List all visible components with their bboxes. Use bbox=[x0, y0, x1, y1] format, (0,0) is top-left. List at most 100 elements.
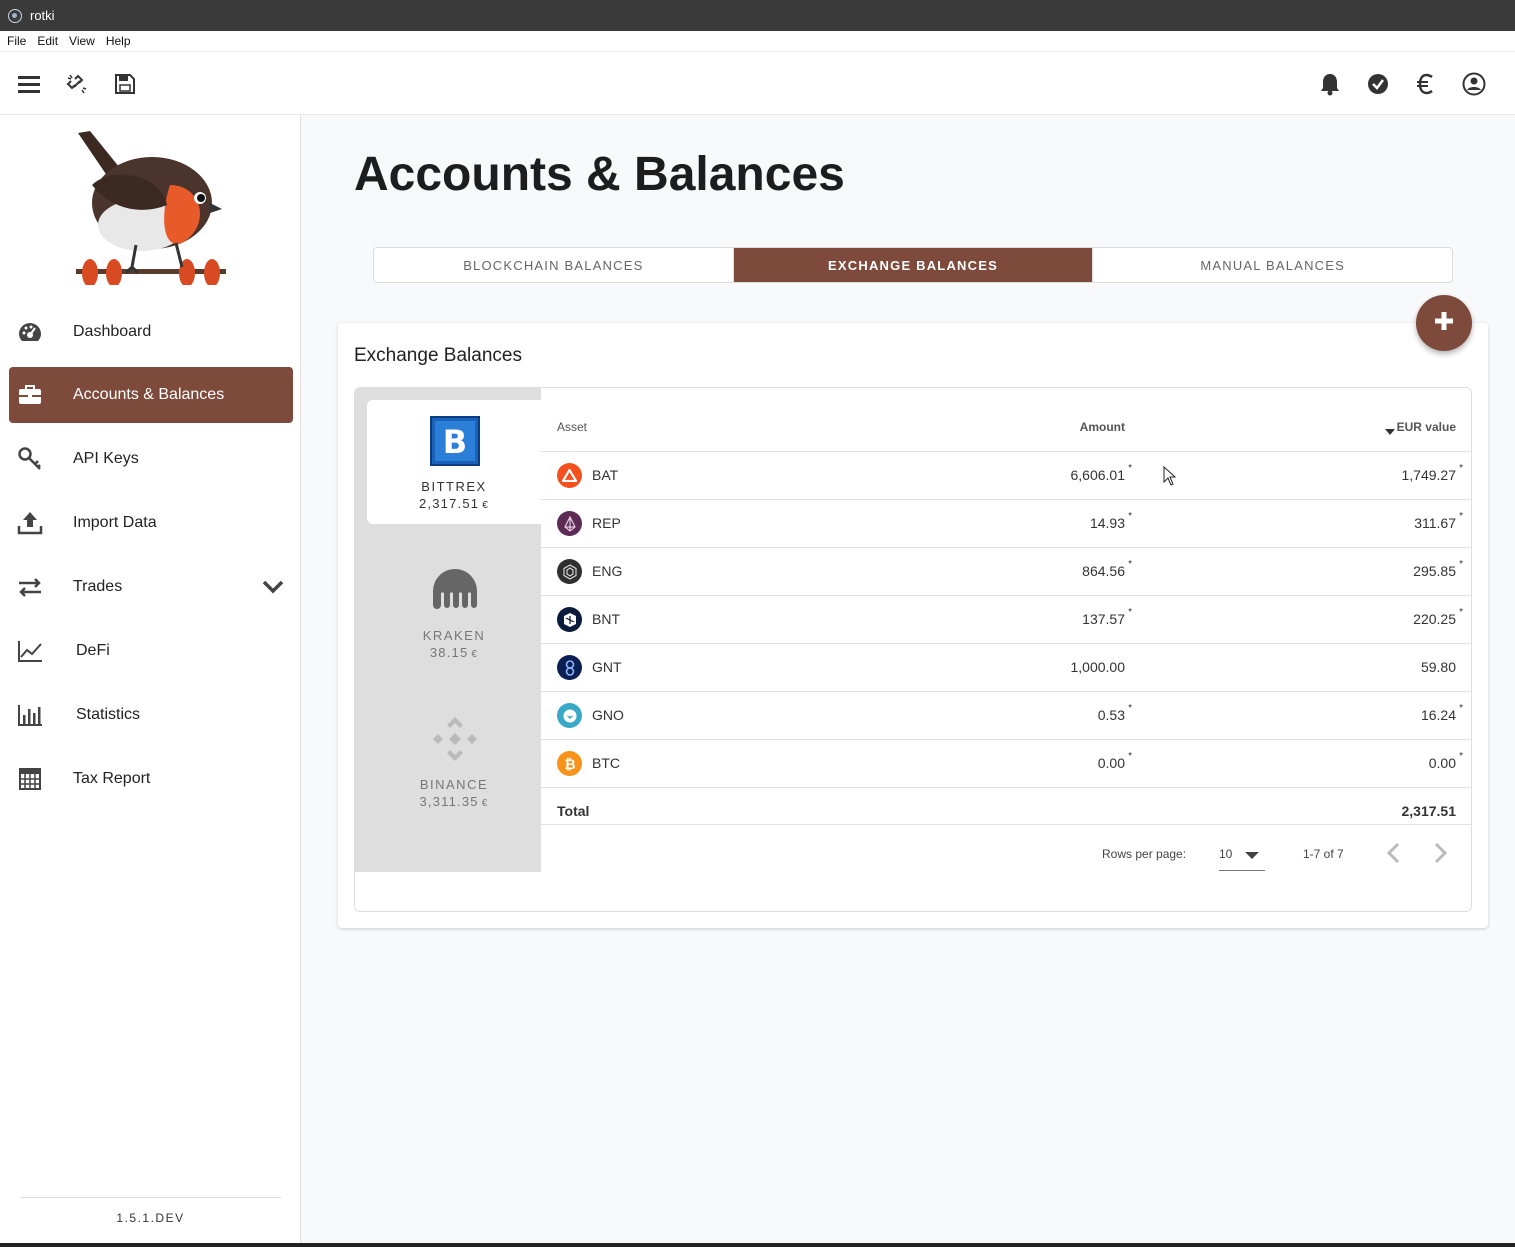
asset-amount: 14.93 * bbox=[1089, 511, 1132, 531]
save-icon[interactable] bbox=[112, 71, 138, 97]
asset-symbol: REP bbox=[592, 515, 621, 531]
rotki-robin-logo bbox=[72, 125, 232, 287]
svg-text:B: B bbox=[443, 423, 467, 461]
asset-symbol: GNT bbox=[592, 659, 622, 675]
exchange-name: KRAKEN bbox=[422, 628, 486, 643]
menu-help[interactable]: Help bbox=[106, 34, 131, 48]
rep-token-icon bbox=[557, 511, 582, 536]
asset-eur-value: 1,749.27 * bbox=[1401, 463, 1464, 483]
eng-token-icon bbox=[557, 559, 582, 584]
app-bar bbox=[0, 52, 1515, 115]
asset-amount: 0.53 * bbox=[1097, 703, 1132, 723]
asset-symbol: BTC bbox=[592, 755, 620, 771]
table-row[interactable]: GNO 0.53 * 16.24 * bbox=[541, 691, 1471, 739]
window-title: rotki bbox=[30, 8, 55, 23]
link-off-icon[interactable] bbox=[64, 71, 90, 97]
asset-eur-value: 59.80 bbox=[1420, 659, 1456, 675]
sidebar-item-api-keys[interactable]: API Keys bbox=[9, 431, 293, 487]
plus-icon bbox=[1434, 311, 1454, 336]
total-value: 2,317.51 bbox=[1401, 803, 1457, 819]
sidebar-item-tax-report[interactable]: Tax Report bbox=[9, 751, 293, 807]
sort-arrow-down-icon bbox=[1384, 429, 1395, 435]
sidebar-item-trades[interactable]: Trades bbox=[9, 559, 293, 615]
sidebar-item-statistics[interactable]: Statistics bbox=[9, 687, 293, 743]
euro-currency-icon[interactable] bbox=[1413, 71, 1439, 97]
window-bottom-border bbox=[0, 1243, 1515, 1247]
balance-tabs: BLOCKCHAIN BALANCES EXCHANGE BALANCES MA… bbox=[373, 247, 1453, 283]
menu-file[interactable]: File bbox=[7, 34, 26, 48]
table-row[interactable]: GNT 1,000.00 59.80 bbox=[541, 643, 1471, 691]
asset-eur-value: 295.85 * bbox=[1413, 559, 1463, 579]
exchange-name: BITTREX bbox=[421, 479, 487, 494]
asset-symbol: GNO bbox=[592, 707, 624, 723]
notifications-bell-icon[interactable] bbox=[1317, 71, 1343, 97]
exchange-value: 3,311.35 € bbox=[419, 794, 489, 809]
page-title: Accounts & Balances bbox=[354, 148, 845, 201]
tab-manual-balances[interactable]: MANUAL BALANCES bbox=[1092, 248, 1452, 282]
check-circle-icon[interactable] bbox=[1365, 71, 1391, 97]
binance-logo-icon bbox=[430, 714, 480, 764]
column-header-amount[interactable]: Amount bbox=[1080, 420, 1125, 434]
swap-icon bbox=[17, 574, 43, 600]
asset-eur-value: 311.67 * bbox=[1414, 511, 1463, 531]
previous-page-icon[interactable] bbox=[1383, 841, 1403, 868]
tab-exchange-balances[interactable]: EXCHANGE BALANCES bbox=[732, 248, 1093, 282]
sidebar-item-defi[interactable]: DeFi bbox=[9, 623, 293, 679]
add-exchange-button[interactable] bbox=[1416, 295, 1472, 351]
menu-hamburger-icon[interactable] bbox=[16, 71, 42, 97]
exchange-tab-kraken[interactable]: KRAKEN 38.15 € bbox=[367, 549, 541, 673]
bnt-token-icon bbox=[557, 607, 582, 632]
table-row[interactable]: ₿ BTC 0.00 * 0.00 * bbox=[541, 739, 1471, 787]
sidebar-item-dashboard[interactable]: Dashboard bbox=[9, 304, 293, 360]
sidebar: Dashboard Accounts & Balances API Keys I… bbox=[0, 115, 301, 1243]
sidebar-item-label: Import Data bbox=[73, 514, 157, 531]
exchange-value: 2,317.51 € bbox=[419, 496, 489, 511]
next-page-icon[interactable] bbox=[1431, 841, 1451, 868]
asset-symbol: BAT bbox=[592, 467, 619, 483]
asset-amount: 864.56 * bbox=[1082, 559, 1132, 579]
asset-eur-value: 16.24 * bbox=[1420, 703, 1463, 723]
rows-per-page-value: 10 bbox=[1219, 847, 1233, 861]
sidebar-item-label: DeFi bbox=[76, 642, 110, 659]
sidebar-item-label: Accounts & Balances bbox=[73, 386, 225, 403]
menu-edit[interactable]: Edit bbox=[37, 34, 58, 48]
svg-text:₿: ₿ bbox=[564, 757, 575, 772]
gnt-token-icon bbox=[557, 655, 582, 680]
asset-symbol: ENG bbox=[592, 563, 623, 579]
btc-token-icon: ₿ bbox=[557, 751, 582, 776]
column-header-eur-value[interactable]: EUR value bbox=[1384, 420, 1456, 435]
kraken-logo-icon bbox=[430, 565, 480, 615]
asset-symbol: BNT bbox=[592, 611, 620, 627]
sidebar-item-label: Tax Report bbox=[73, 770, 151, 787]
window-titlebar: rotki bbox=[0, 0, 1515, 31]
table-row[interactable]: ENG 864.56 * 295.85 * bbox=[541, 547, 1471, 595]
exchange-balances-panel: B BITTREX 2,317.51 € KRAKEN 38.15 € BINA… bbox=[354, 387, 1472, 912]
table-row[interactable]: REP 14.93 * 311.67 * bbox=[541, 499, 1471, 547]
table-footer: Rows per page: 10 1-7 of 7 bbox=[541, 824, 1471, 911]
menu-view[interactable]: View bbox=[69, 34, 95, 48]
account-circle-icon[interactable] bbox=[1461, 71, 1487, 97]
card-title: Exchange Balances bbox=[354, 345, 522, 366]
rotki-app-icon bbox=[8, 8, 22, 23]
exchange-tab-bittrex[interactable]: B BITTREX 2,317.51 € bbox=[367, 400, 541, 524]
rows-per-page-label: Rows per page: bbox=[1102, 847, 1187, 861]
tab-blockchain-balances[interactable]: BLOCKCHAIN BALANCES bbox=[374, 248, 733, 282]
table-row[interactable]: BNT 137.57 * 220.25 * bbox=[541, 595, 1471, 643]
sidebar-item-accounts-balances[interactable]: Accounts & Balances bbox=[9, 367, 293, 423]
sidebar-item-label: Statistics bbox=[76, 706, 141, 723]
table-row[interactable]: BAT 6,606.01 * 1,749.27 * bbox=[541, 451, 1471, 499]
bat-token-icon bbox=[557, 463, 582, 488]
bar-chart-icon bbox=[17, 702, 43, 728]
dropdown-arrow-icon bbox=[1245, 852, 1259, 859]
key-icon bbox=[17, 446, 43, 472]
main-content: Accounts & Balances BLOCKCHAIN BALANCES … bbox=[301, 115, 1515, 1243]
column-header-asset[interactable]: Asset bbox=[557, 420, 587, 434]
chevron-down-icon[interactable] bbox=[261, 575, 285, 604]
exchange-tab-binance[interactable]: BINANCE 3,311.35 € bbox=[367, 698, 541, 822]
sidebar-item-import-data[interactable]: Import Data bbox=[9, 495, 293, 551]
menu-bar: File Edit View Help bbox=[0, 31, 1515, 52]
asset-amount: 137.57 * bbox=[1082, 607, 1132, 627]
sidebar-item-label: Trades bbox=[73, 578, 123, 595]
rows-per-page-select[interactable]: 10 bbox=[1219, 839, 1265, 871]
sidebar-divider bbox=[21, 1197, 281, 1198]
